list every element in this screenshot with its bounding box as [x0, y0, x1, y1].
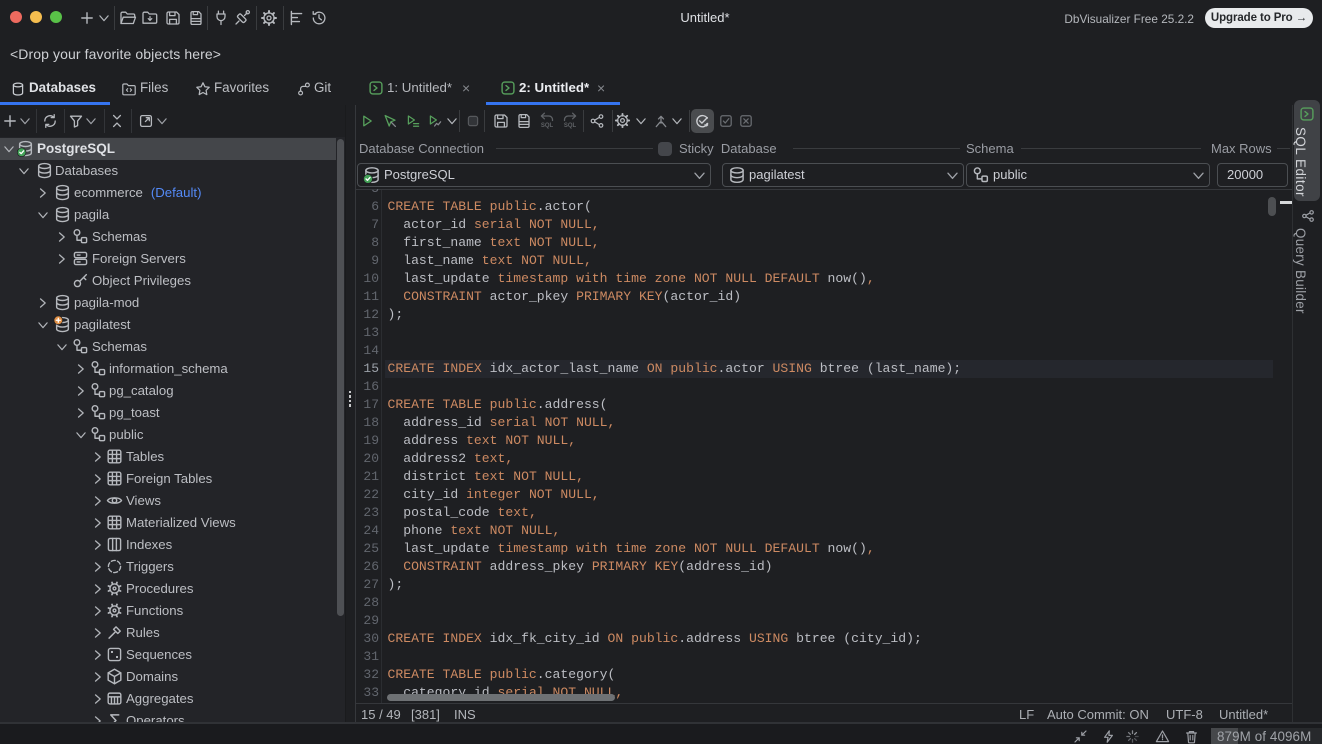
svg-text:SQL: SQL	[564, 123, 577, 129]
svg-text:SQL: SQL	[541, 123, 554, 129]
